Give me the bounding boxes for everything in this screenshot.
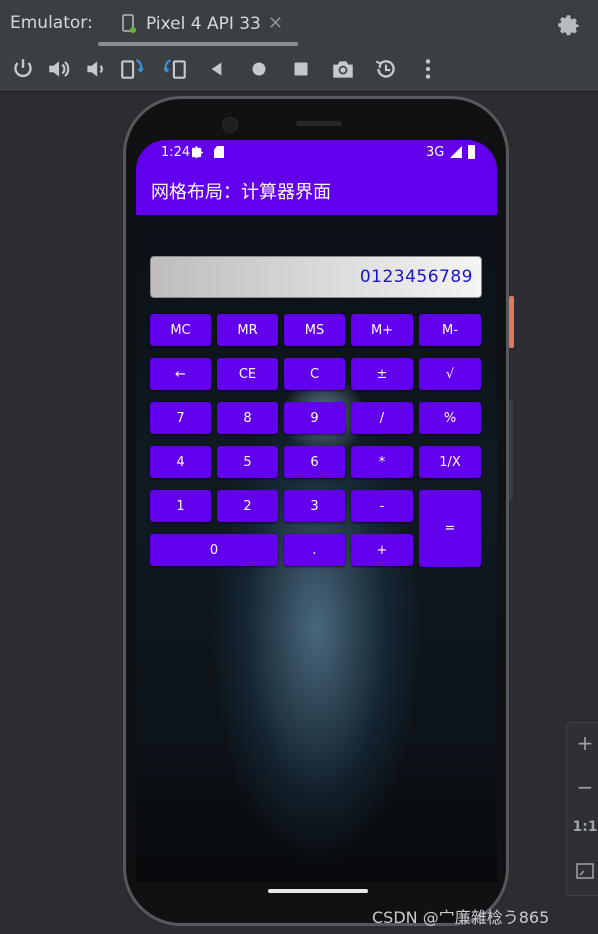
key-3[interactable]: 3 [284, 490, 345, 522]
key-9[interactable]: 9 [284, 402, 345, 434]
key-0[interactable]: 0 [150, 534, 278, 566]
phone-screen: 1:24 3G 网格布局：计算器界面 0123456789 MC MR MS M… [136, 140, 497, 882]
key-equals[interactable]: = [419, 490, 481, 567]
tab-close-icon[interactable]: ✕ [268, 13, 283, 34]
calculator-content: 0123456789 MC MR MS M+ M- ← CE C ± √ 7 8… [136, 215, 497, 882]
rotate-left-icon[interactable] [119, 56, 145, 82]
device-tab-title: Pixel 4 API 33 [146, 14, 261, 34]
side-power-button[interactable] [509, 296, 514, 348]
key-7[interactable]: 7 [150, 402, 211, 434]
key-8[interactable]: 8 [217, 402, 278, 434]
key-minus[interactable]: - [351, 490, 413, 522]
signal-icon [450, 146, 462, 158]
volume-up-icon[interactable] [46, 56, 72, 82]
fit-screen-icon[interactable] [567, 861, 598, 886]
key-plus-minus[interactable]: ± [351, 358, 413, 390]
device-phone-icon [122, 14, 136, 33]
emulator-label: Emulator: [10, 13, 93, 33]
key-divide[interactable]: / [351, 402, 413, 434]
network-type: 3G [426, 145, 445, 160]
zoom-panel: + − 1:1 [566, 722, 598, 896]
overview-icon[interactable] [288, 56, 314, 82]
sd-card-icon [214, 146, 224, 158]
home-icon[interactable] [246, 56, 272, 82]
volume-down-icon[interactable] [82, 56, 108, 82]
key-1[interactable]: 1 [150, 490, 211, 522]
status-time: 1:24 [161, 145, 191, 160]
key-mr[interactable]: MR [217, 314, 278, 346]
device-tab[interactable]: Pixel 4 API 33 ✕ [98, 6, 298, 46]
key-multiply[interactable]: * [351, 446, 413, 478]
gesture-home-pill[interactable] [268, 889, 368, 893]
back-icon[interactable] [204, 56, 230, 82]
key-ce[interactable]: CE [217, 358, 278, 390]
earpiece-speaker [296, 121, 342, 126]
header-divider [0, 91, 598, 92]
key-m-plus[interactable]: M+ [351, 314, 413, 346]
watermark-text: CSDN @宀廉雜棯う865 [372, 908, 550, 927]
key-plus[interactable]: + [351, 534, 413, 566]
tab-underline [98, 42, 298, 46]
key-6[interactable]: 6 [284, 446, 345, 478]
calculator-display: 0123456789 [150, 256, 482, 298]
app-title: 网格布局：计算器界面 [151, 182, 331, 203]
key-c[interactable]: C [284, 358, 345, 390]
key-5[interactable]: 5 [217, 446, 278, 478]
key-m-minus[interactable]: M- [419, 314, 481, 346]
key-sqrt[interactable]: √ [419, 358, 481, 390]
key-2[interactable]: 2 [217, 490, 278, 522]
battery-icon [468, 145, 475, 159]
emulator-header: Emulator: Pixel 4 API 33 ✕ [0, 0, 598, 92]
settings-gear-icon[interactable] [556, 12, 582, 38]
zoom-in-button[interactable]: + [567, 731, 598, 755]
rotate-right-icon[interactable] [162, 56, 188, 82]
key-4[interactable]: 4 [150, 446, 211, 478]
status-bar: 1:24 3G [136, 140, 497, 164]
replay-icon[interactable] [373, 56, 399, 82]
emulator-toolbar [0, 52, 598, 88]
key-ms[interactable]: MS [284, 314, 345, 346]
zoom-out-button[interactable]: − [567, 775, 598, 799]
side-volume-button[interactable] [509, 400, 513, 500]
display-value: 0123456789 [359, 267, 473, 287]
camera-icon[interactable] [330, 56, 356, 82]
app-bar: 网格布局：计算器界面 [136, 164, 497, 215]
key-dot[interactable]: . [284, 534, 345, 566]
key-reciprocal[interactable]: 1/X [419, 446, 481, 478]
key-mc[interactable]: MC [150, 314, 211, 346]
zoom-actual-size-button[interactable]: 1:1 [567, 819, 598, 835]
front-camera-icon [222, 117, 238, 133]
more-icon[interactable] [415, 56, 441, 82]
key-percent[interactable]: % [419, 402, 481, 434]
power-icon[interactable] [10, 56, 36, 82]
status-settings-icon [192, 146, 203, 158]
key-backspace[interactable]: ← [150, 358, 211, 390]
